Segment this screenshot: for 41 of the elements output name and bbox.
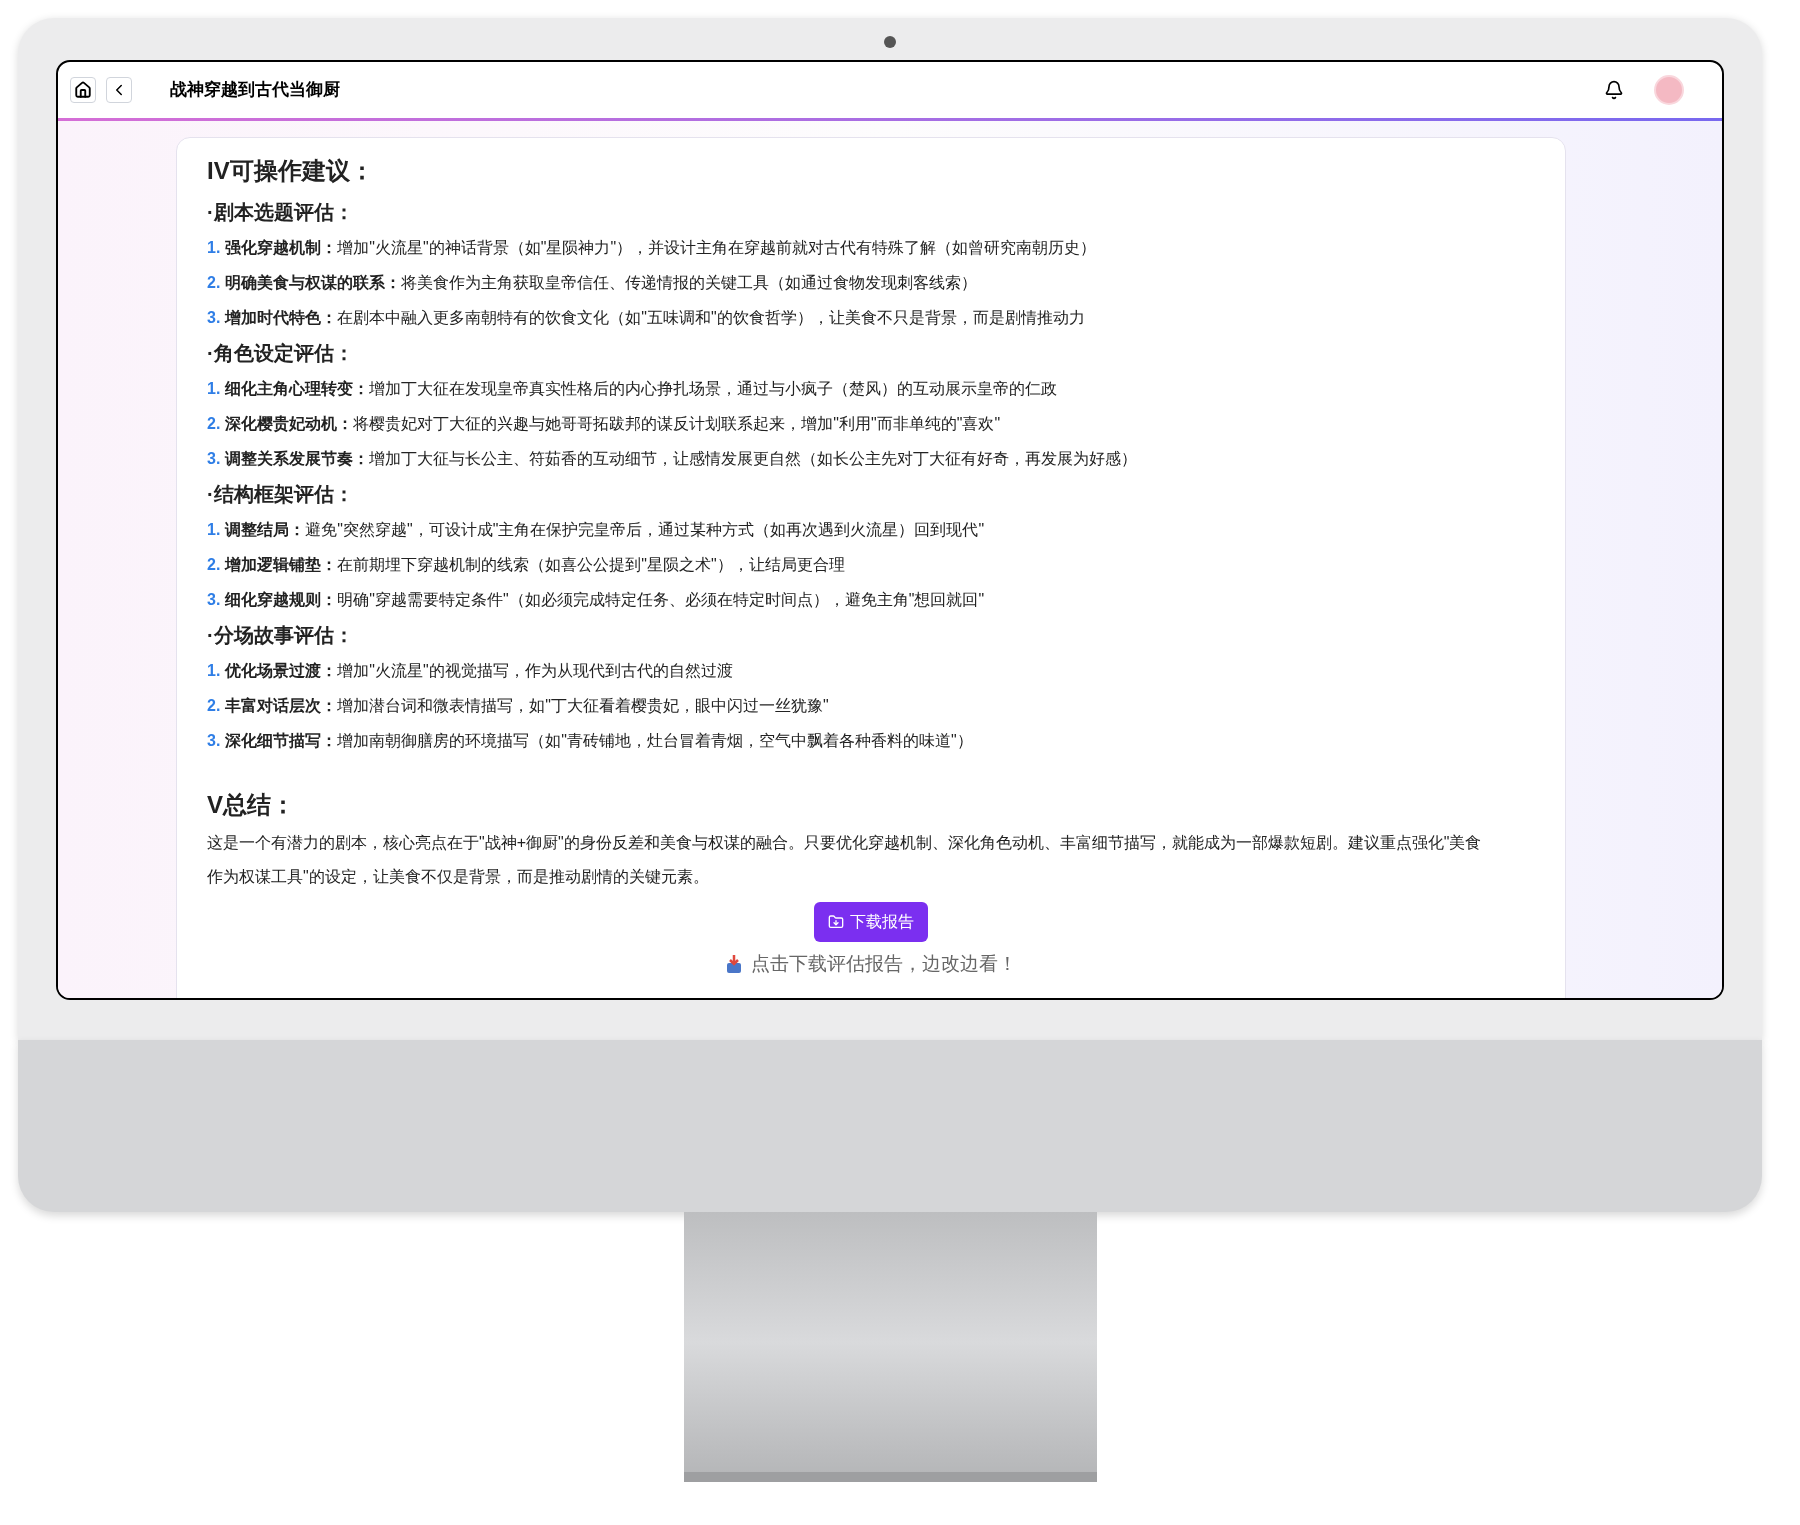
summary-paragraph: 这是一个有潜力的剧本，核心亮点在于"战神+御厨"的身份反差和美食与权谋的融合。只要优化穿越机制、深化角色动机、丰富细节描写，就能成为一部爆款短剧。建议重点强化"美食作为权谋工具"的设定，让美食不仅是背景，而是推动剧情的关键元素。 xyxy=(207,833,1483,887)
subsection-heading: ·分场故事评估： xyxy=(207,623,355,648)
camera-icon xyxy=(884,36,896,48)
suggestion-text: 丰富对话层次：增加潜台词和微表情描写，如"丁大征看着樱贵妃，眼中闪过一丝犹豫" xyxy=(225,695,829,716)
list-number: 1. xyxy=(207,660,221,681)
list-number: 2. xyxy=(207,554,221,575)
section-heading: V总结： xyxy=(207,790,296,820)
suggestion-text: 增加逻辑铺垫：在前期埋下穿越机制的线索（如喜公公提到"星陨之术"），让结局更合理 xyxy=(225,554,845,575)
suggestion-text: 明确美食与权谋的联系：将美食作为主角获取皇帝信任、传递情报的关键工具（如通过食物发现刺客线索） xyxy=(225,272,978,293)
suggestion-text: 深化细节描写：增加南朝御膳房的环境描写（如"青砖铺地，灶台冒着青烟，空气中飘着各种香料的味道"） xyxy=(225,730,973,751)
download-report-button[interactable]: 下载报告 xyxy=(814,902,928,942)
subsection-heading: ·角色设定评估： xyxy=(207,341,355,366)
list-number: 2. xyxy=(207,413,221,434)
list-number: 1. xyxy=(207,237,221,258)
list-number: 3. xyxy=(207,730,221,751)
suggestion-text: 细化穿越规则：明确"穿越需要特定条件"（如必须完成特定任务、必须在特定时间点），避免主角"想回就回" xyxy=(225,589,985,610)
suggestion-text: 增加时代特色：在剧本中融入更多南朝特有的饮食文化（如"五味调和"的饮食哲学），让美食不只是背景，而是剧情推动力 xyxy=(225,307,1085,328)
list-number: 1. xyxy=(207,378,221,399)
page-title: 战神穿越到古代当御厨 xyxy=(170,79,340,102)
folder-download-icon xyxy=(828,914,844,930)
inbox-download-icon xyxy=(725,954,743,975)
home-icon xyxy=(74,81,92,99)
list-number: 2. xyxy=(207,272,221,293)
suggestion-text: 深化樱贵妃动机：将樱贵妃对丁大征的兴趣与她哥哥拓跋邦的谋反计划联系起来，增加"利用"而非单纯的"喜欢" xyxy=(225,413,1001,435)
list-number: 3. xyxy=(207,307,221,328)
subsection-heading: ·结构框架评估： xyxy=(207,482,355,507)
section-heading: IV可操作建议： xyxy=(207,156,375,186)
suggestion-text: 优化场景过渡：增加"火流星"的视觉描写，作为从现代到古代的自然过渡 xyxy=(225,660,733,681)
suggestion-text: 细化主角心理转变：增加丁大征在发现皇帝真实性格后的内心挣扎场景，通过与小疯子（楚风）的互动展示皇帝的仁政 xyxy=(225,378,1058,399)
list-number: 3. xyxy=(207,589,221,610)
list-number: 1. xyxy=(207,519,221,540)
list-number: 3. xyxy=(207,448,221,469)
subsection-heading: ·剧本选题评估： xyxy=(207,200,355,225)
home-button[interactable] xyxy=(70,77,96,103)
suggestion-text: 强化穿越机制：增加"火流星"的神话背景（如"星陨神力"），并设计主角在穿越前就对古代有特殊了解（如曾研究南朝历史） xyxy=(225,237,1097,258)
list-number: 2. xyxy=(207,695,221,716)
download-hint: 点击下载评估报告，边改边看！ xyxy=(751,952,1017,976)
notification-bell-icon[interactable] xyxy=(1604,80,1624,100)
suggestion-text: 调整关系发展节奏：增加丁大征与长公主、符茹香的互动细节，让感情发展更自然（如长公主先对丁大征有好奇，再发展为好感） xyxy=(225,448,1138,469)
suggestion-text: 调整结局：避免"突然穿越"，可设计成"主角在保护完皇帝后，通过某种方式（如再次遇到火流星）回到现代" xyxy=(225,519,985,540)
back-button[interactable] xyxy=(106,77,132,103)
